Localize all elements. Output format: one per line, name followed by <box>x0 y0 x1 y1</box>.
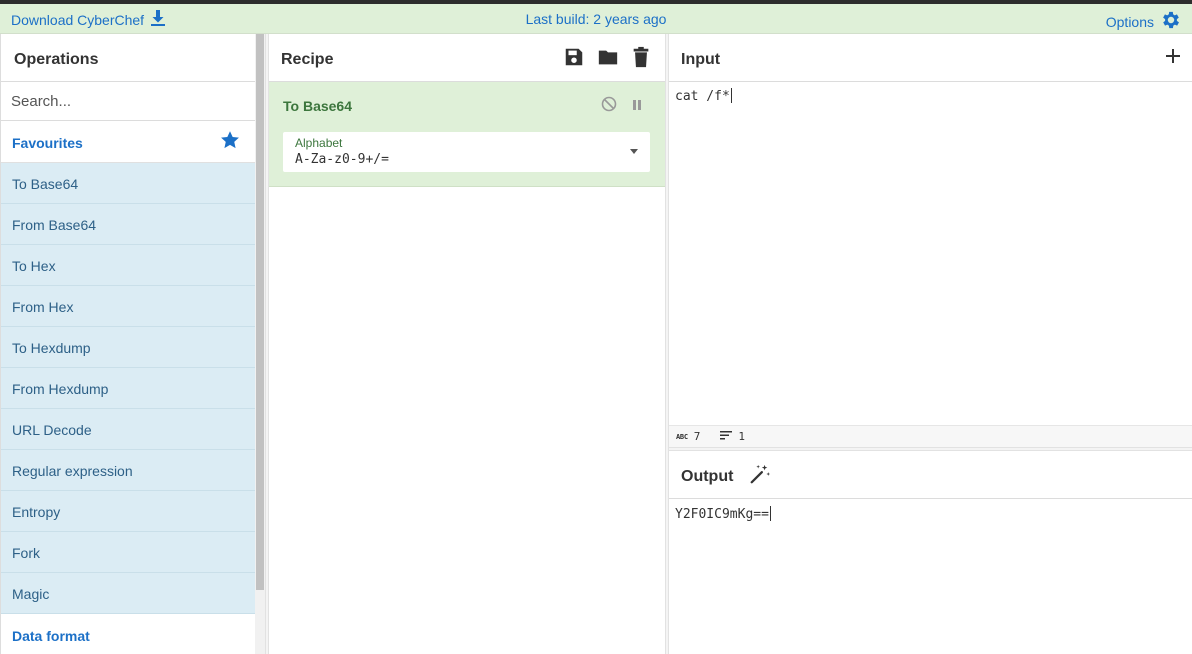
recipe-operation-controls <box>601 96 643 117</box>
recipe-operation-to-base64[interactable]: To Base64 Alphabet A-Za-z0-9+/= <box>269 82 665 187</box>
operation-item-regular-expression[interactable]: Regular expression <box>1 450 255 491</box>
text-cursor <box>769 506 771 521</box>
input-title: Input <box>681 51 721 68</box>
magic-wand-icon[interactable] <box>749 463 771 490</box>
search-box <box>1 82 255 121</box>
input-length: 7 <box>693 430 701 443</box>
operation-item-to-hex[interactable]: To Hex <box>1 245 255 286</box>
last-build-text: Last build: 2 years ago <box>525 11 667 27</box>
operation-item-to-hexdump[interactable]: To Hexdump <box>1 327 255 368</box>
folder-icon[interactable] <box>597 46 619 73</box>
category-favourites[interactable]: Favourites <box>1 121 255 163</box>
recipe-title: Recipe <box>281 51 334 68</box>
output-textarea[interactable]: Y2F0IC9mKg== <box>669 499 1192 654</box>
alphabet-select[interactable]: Alphabet A-Za-z0-9+/= <box>283 132 650 172</box>
operation-item-from-hex[interactable]: From Hex <box>1 286 255 327</box>
input-textarea[interactable]: cat /f* <box>669 82 1192 425</box>
recipe-operation-title: To Base64 <box>283 98 352 114</box>
recipe-header: Recipe <box>269 34 665 82</box>
operations-panel: Operations Favourites To Base64 From Bas… <box>0 34 255 654</box>
category-favourites-label: Favourites <box>12 135 83 151</box>
search-input[interactable] <box>1 82 255 120</box>
text-cursor <box>730 88 732 103</box>
operations-title: Operations <box>1 34 255 82</box>
category-data-format[interactable]: Data format <box>1 614 255 654</box>
lines-icon <box>720 430 733 443</box>
output-title: Output <box>681 468 734 485</box>
operation-item-fork[interactable]: Fork <box>1 532 255 573</box>
output-header: Output <box>669 451 1192 499</box>
input-lines: 1 <box>738 430 745 443</box>
alphabet-label: Alphabet <box>295 136 343 150</box>
scrollbar-thumb[interactable] <box>256 34 264 590</box>
io-panel: Input cat /f* abc 7 1 Output Y2F0IC9mKg=… <box>669 34 1192 654</box>
input-status-bar: abc 7 1 <box>669 425 1192 447</box>
pause-icon[interactable] <box>631 98 643 116</box>
operation-item-from-base64[interactable]: From Base64 <box>1 204 255 245</box>
output-text: Y2F0IC9mKg== <box>675 507 769 522</box>
recipe-toolbar <box>563 46 651 73</box>
length-icon: abc <box>676 432 688 441</box>
trash-icon[interactable] <box>631 46 651 73</box>
operations-scrollbar[interactable] <box>255 34 265 654</box>
operation-item-to-base64[interactable]: To Base64 <box>1 163 255 204</box>
input-text: cat /f* <box>675 89 730 104</box>
save-icon[interactable] <box>563 46 585 73</box>
operation-item-magic[interactable]: Magic <box>1 573 255 614</box>
recipe-panel: Recipe To Base64 Alphabet A-Za-z0-9+/= <box>269 34 665 654</box>
alphabet-value: A-Za-z0-9+/= <box>295 152 389 167</box>
disable-icon[interactable] <box>601 96 617 117</box>
chevron-down-icon <box>630 149 638 154</box>
top-banner: Download CyberChef Last build: 2 years a… <box>0 4 1192 34</box>
input-header: Input <box>669 34 1192 82</box>
plus-icon[interactable] <box>1165 48 1181 69</box>
gear-icon <box>1160 9 1182 34</box>
options-link[interactable]: Options <box>1106 9 1182 34</box>
operation-item-entropy[interactable]: Entropy <box>1 491 255 532</box>
star-icon <box>220 130 240 153</box>
operation-item-url-decode[interactable]: URL Decode <box>1 409 255 450</box>
last-build-notice: Last build: 2 years ago <box>0 11 1192 27</box>
options-label: Options <box>1105 13 1154 30</box>
operation-item-from-hexdump[interactable]: From Hexdump <box>1 368 255 409</box>
